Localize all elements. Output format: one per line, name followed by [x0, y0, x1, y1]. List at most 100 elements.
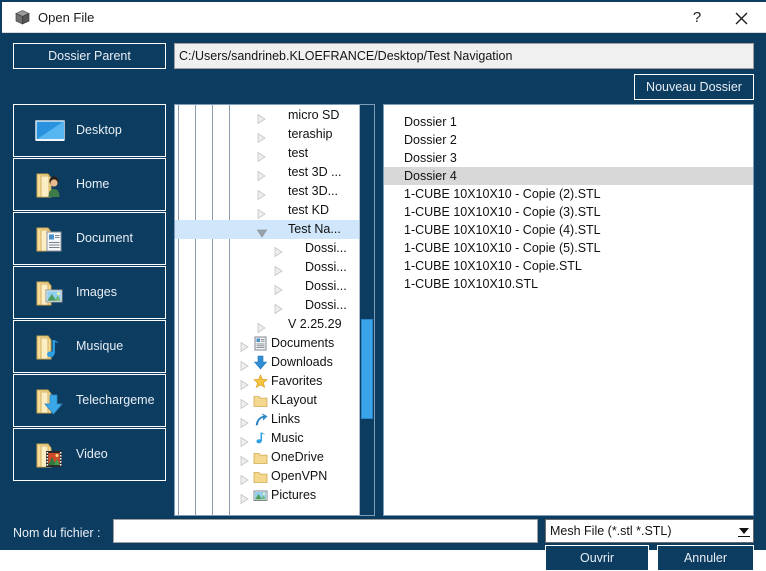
tree-item[interactable]: test 3D ...	[175, 163, 359, 182]
tree-item[interactable]: V 2.25.29	[175, 315, 359, 334]
new-folder-button[interactable]: Nouveau Dossier	[634, 74, 754, 100]
chevron-down-icon[interactable]	[256, 225, 268, 238]
tree-item[interactable]: OpenVPN	[175, 467, 359, 486]
pictures-icon	[253, 488, 268, 503]
file-list-item[interactable]: Dossier 1	[384, 113, 753, 131]
tree-item[interactable]: teraship	[175, 125, 359, 144]
folder-icon	[253, 393, 268, 408]
dialog-body: Dossier Parent C:/Users/sandrineb.KLOEFR…	[2, 33, 766, 571]
tree-item-label: Dossi...	[305, 260, 347, 274]
tree-scrollbar[interactable]	[359, 105, 374, 515]
file-list-item[interactable]: Dossier 4	[384, 167, 753, 185]
tree-item[interactable]: Dossi...	[175, 239, 359, 258]
chevron-right-icon[interactable]	[257, 187, 266, 201]
chevron-right-icon[interactable]	[240, 453, 249, 467]
folder-icon	[253, 469, 268, 484]
chevron-right-icon[interactable]	[257, 130, 266, 144]
chevron-right-icon[interactable]	[240, 339, 249, 353]
tree-item-label: V 2.25.29	[288, 317, 342, 331]
open-button[interactable]: Ouvrir	[545, 545, 649, 571]
tree-item[interactable]: Dossi...	[175, 258, 359, 277]
chevron-right-icon[interactable]	[240, 434, 249, 448]
chevron-right-icon[interactable]	[240, 491, 249, 505]
tree-scrollbar-thumb[interactable]	[361, 319, 373, 419]
downloads-icon	[253, 355, 268, 370]
tree-item[interactable]: Favorites	[175, 372, 359, 391]
tree-item-label: test KD	[288, 203, 329, 217]
cancel-button[interactable]: Annuler	[657, 545, 754, 571]
close-button[interactable]	[720, 3, 762, 33]
close-icon	[735, 12, 747, 24]
sidebar-item-label: Home	[76, 177, 110, 191]
filename-input[interactable]	[113, 519, 538, 543]
chevron-right-icon[interactable]	[257, 320, 266, 334]
help-button[interactable]: ?	[676, 3, 718, 33]
music-folder-icon	[32, 329, 68, 365]
file-list-item[interactable]: Dossier 2	[384, 131, 753, 149]
tree-item[interactable]: KLayout	[175, 391, 359, 410]
chevron-right-icon[interactable]	[240, 377, 249, 391]
tree-item[interactable]: micro SD	[175, 106, 359, 125]
link-arrow-icon	[253, 412, 268, 427]
chevron-right-icon[interactable]	[257, 168, 266, 182]
file-list-item[interactable]: 1-CUBE 10X10X10 - Copie (3).STL	[384, 203, 753, 221]
file-list-item[interactable]: 1-CUBE 10X10X10 - Copie.STL	[384, 257, 753, 275]
tree-item[interactable]: Music	[175, 429, 359, 448]
tree-item-label: Favorites	[271, 374, 323, 388]
shortcut-sidebar: Desktop Home Document Images Musique Tel…	[13, 104, 166, 516]
tree-item[interactable]: Links	[175, 410, 359, 429]
chevron-right-icon[interactable]	[240, 415, 249, 429]
window-title: Open File	[38, 10, 95, 25]
sidebar-item-musique[interactable]: Musique	[13, 320, 166, 373]
chevron-down-icon	[739, 528, 749, 534]
sidebar-item-desktop[interactable]: Desktop	[13, 104, 166, 157]
tree-item-label: OpenVPN	[271, 469, 328, 483]
directory-tree-panel[interactable]: micro SD teraship test test 3D ... test 3D..…	[174, 104, 375, 516]
chevron-right-icon[interactable]	[274, 301, 283, 315]
chevron-right-icon[interactable]	[257, 149, 266, 163]
file-list-item[interactable]: 1-CUBE 10X10X10 - Copie (5).STL	[384, 239, 753, 257]
sidebar-item-home[interactable]: Home	[13, 158, 166, 211]
sidebar-item-telechargements[interactable]: Telechargeme	[13, 374, 166, 427]
chevron-right-icon[interactable]	[257, 206, 266, 220]
tree-item-label: OneDrive	[271, 450, 324, 464]
sidebar-item-images[interactable]: Images	[13, 266, 166, 319]
file-list-item[interactable]: Dossier 3	[384, 149, 753, 167]
file-list-item[interactable]: 1-CUBE 10X10X10 - Copie (4).STL	[384, 221, 753, 239]
sidebar-item-label: Telechargeme	[76, 393, 155, 407]
tree-item-label: test 3D...	[288, 184, 339, 198]
file-list-item[interactable]: 1-CUBE 10X10X10 - Copie (2).STL	[384, 185, 753, 203]
downloads-folder-icon	[32, 383, 68, 419]
chevron-right-icon[interactable]	[240, 358, 249, 372]
path-input[interactable]: C:/Users/sandrineb.KLOEFRANCE/Desktop/Te…	[174, 43, 754, 69]
open-file-dialog: Open File ? Dossier Parent C:/Users/sand…	[0, 0, 766, 571]
tree-item[interactable]: OneDrive	[175, 448, 359, 467]
chevron-right-icon[interactable]	[240, 472, 249, 486]
tree-item[interactable]: test KD	[175, 201, 359, 220]
tree-item[interactable]: Test Na...	[175, 220, 359, 239]
chevron-right-icon[interactable]	[274, 282, 283, 296]
sidebar-item-label: Desktop	[76, 123, 122, 137]
tree-item-label: teraship	[288, 127, 333, 141]
chevron-right-icon[interactable]	[240, 396, 249, 410]
sidebar-item-label: Musique	[76, 339, 124, 353]
tree-item[interactable]: test 3D...	[175, 182, 359, 201]
file-list-panel[interactable]: Dossier 1 Dossier 2 Dossier 3 Dossier 4 1-CU…	[383, 104, 754, 516]
chevron-right-icon[interactable]	[257, 111, 266, 125]
file-list-item[interactable]: 1-CUBE 10X10X10.STL	[384, 275, 753, 293]
tree-item[interactable]: Pictures	[175, 486, 359, 505]
tree-item[interactable]: Documents	[175, 334, 359, 353]
tree-item[interactable]: Dossi...	[175, 277, 359, 296]
tree-item-label: KLayout	[271, 393, 317, 407]
sidebar-item-document[interactable]: Document	[13, 212, 166, 265]
file-type-combobox[interactable]: Mesh File (*.stl *.STL)	[545, 519, 754, 543]
music-note-icon	[253, 431, 268, 446]
parent-folder-button[interactable]: Dossier Parent	[13, 43, 166, 69]
sidebar-item-video[interactable]: Video	[13, 428, 166, 481]
tree-item[interactable]: Downloads	[175, 353, 359, 372]
tree-item[interactable]: Dossi...	[175, 296, 359, 315]
tree-item[interactable]: test	[175, 144, 359, 163]
chevron-right-icon[interactable]	[274, 244, 283, 258]
star-icon	[253, 374, 268, 389]
chevron-right-icon[interactable]	[274, 263, 283, 277]
